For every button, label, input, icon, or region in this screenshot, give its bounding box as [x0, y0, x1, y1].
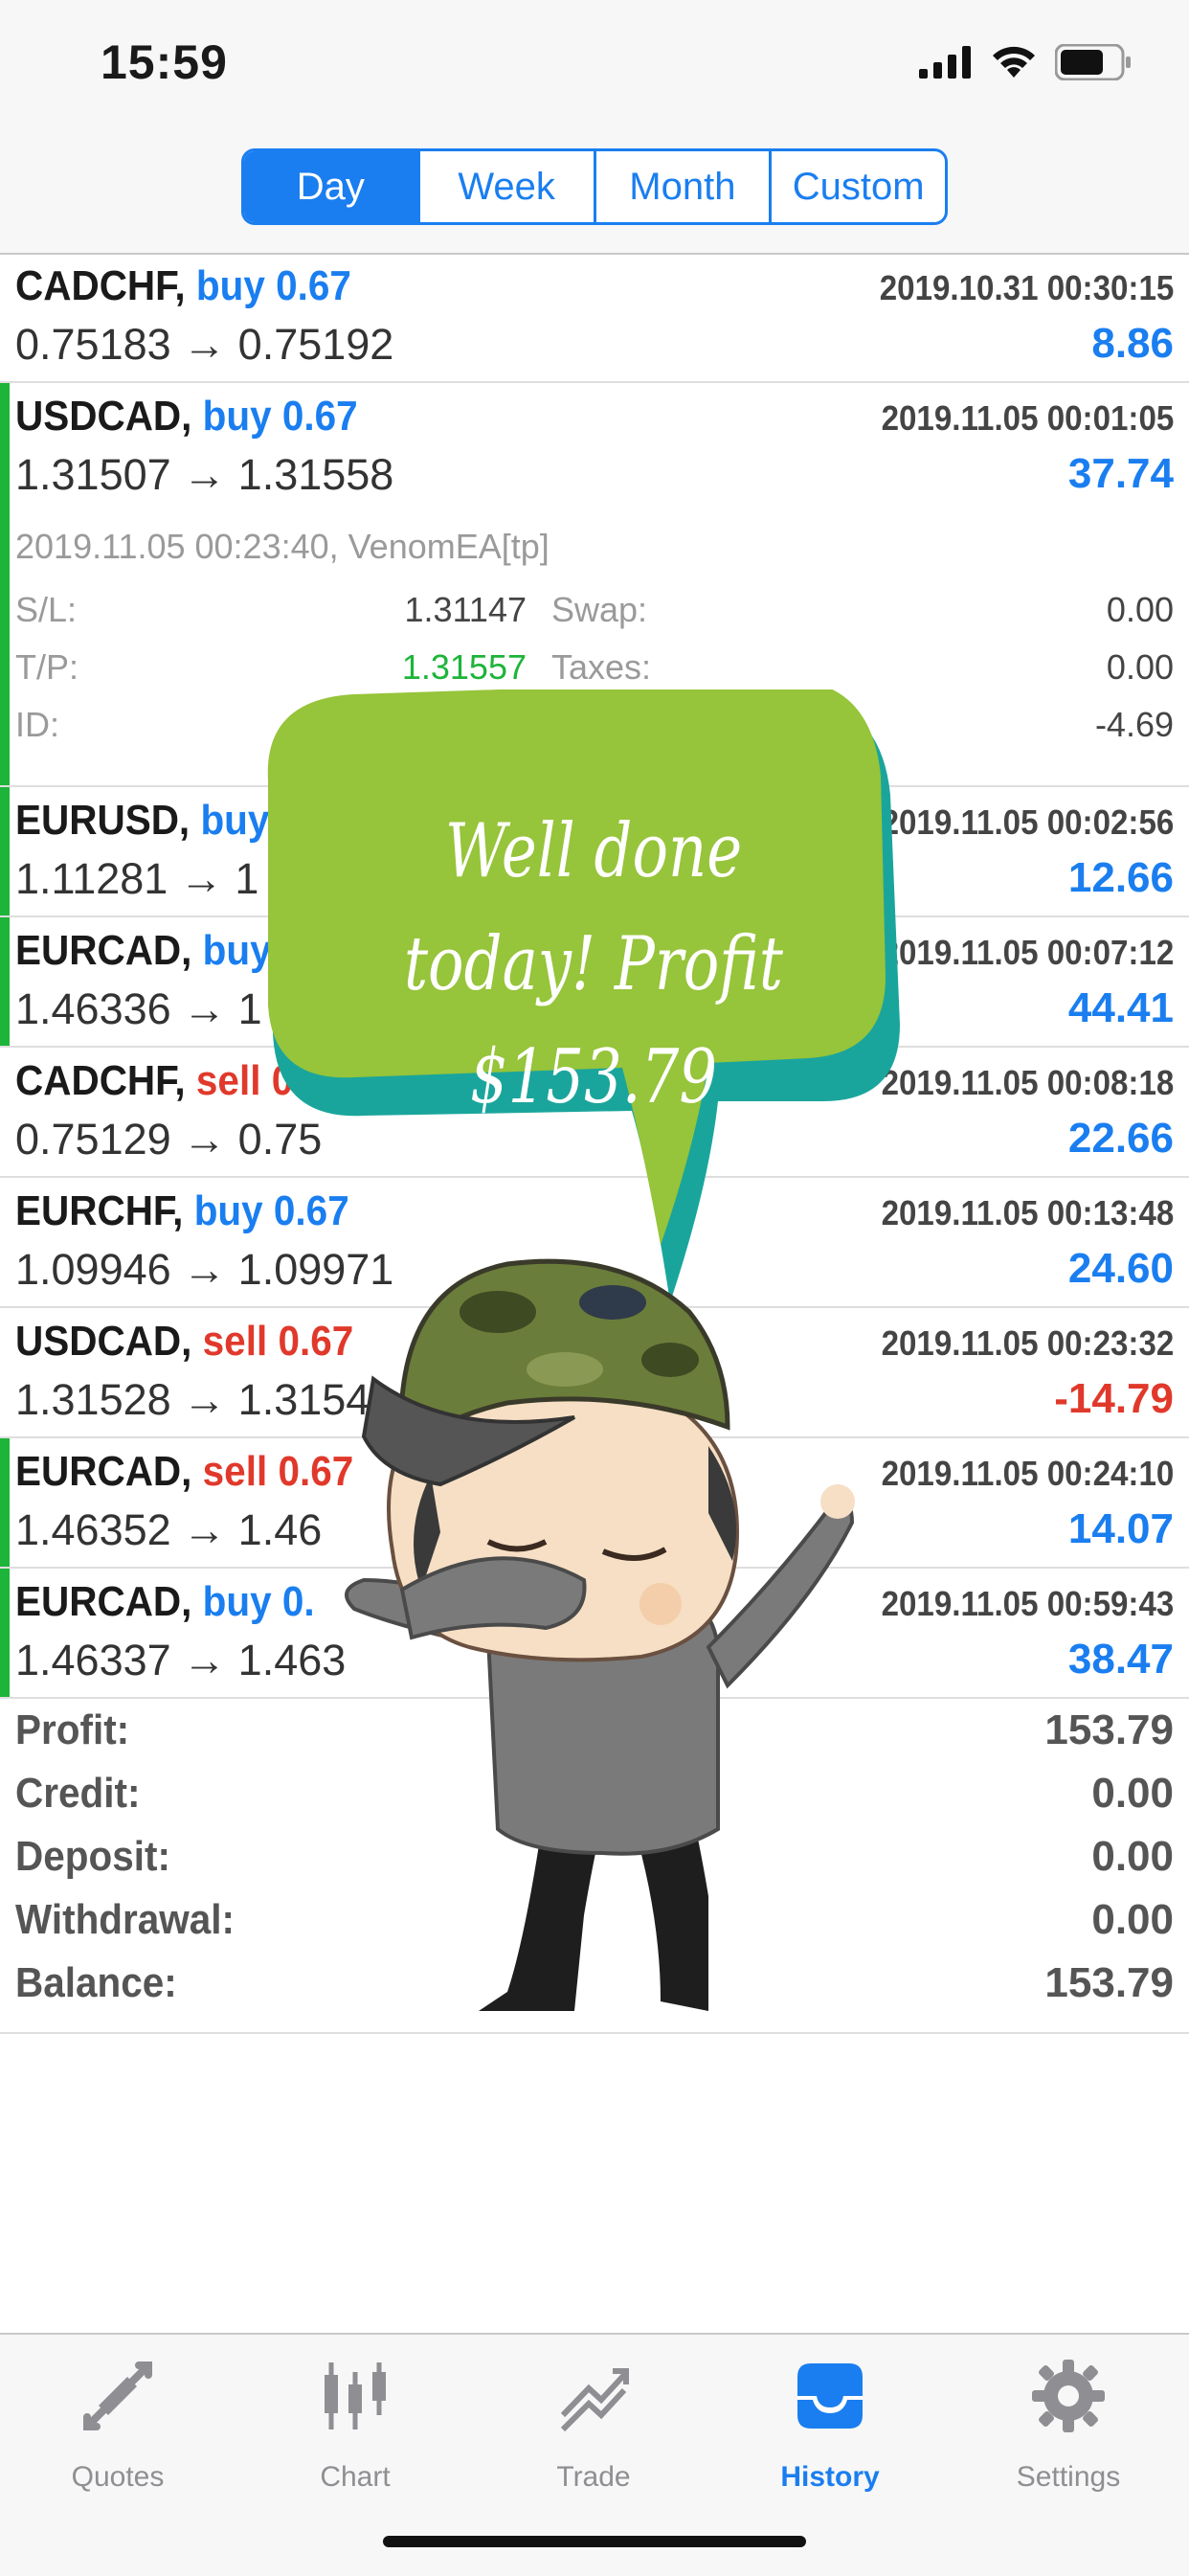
deal-profit: 44.41: [1067, 984, 1174, 1031]
trade-chart-icon: [560, 2368, 629, 2432]
deal-close-info: 2019.11.05 00:23:40, VenomEA[tp]: [15, 527, 550, 566]
summary-value: 0.00: [1091, 1896, 1174, 1943]
deal-symbol: EURCHF,: [15, 1187, 184, 1234]
tab-trade[interactable]: Trade: [498, 2354, 689, 2497]
deal-profit: 24.60: [1067, 1245, 1174, 1292]
sticker-line-1: Well done: [444, 808, 743, 894]
wifi-icon: [993, 46, 1035, 78]
deal-volume: 0.67: [276, 262, 351, 309]
deal-profit: 38.47: [1067, 1636, 1174, 1683]
deal-side: buy: [195, 262, 265, 309]
deal-symbol: CADCHF,: [15, 1057, 186, 1104]
taxes-value: 0.00: [1106, 647, 1174, 687]
deal-datetime: 2019.11.05 00:01:05: [881, 398, 1174, 438]
deal-symbol: CADCHF,: [15, 262, 186, 309]
deal-profit: 22.66: [1067, 1115, 1174, 1162]
tab-quotes[interactable]: Quotes: [22, 2354, 213, 2497]
sl-label: S/L:: [15, 590, 78, 629]
sticker-message: Well done today! Profit $153.79: [341, 795, 846, 1134]
history-inbox-icon: [797, 2363, 863, 2429]
period-month-button[interactable]: Month: [596, 151, 773, 222]
period-day-button[interactable]: Day: [244, 151, 420, 222]
tab-label: Quotes: [71, 2461, 165, 2493]
swap-value: 0.00: [1106, 590, 1174, 629]
summary-value: 153.79: [1044, 1706, 1174, 1753]
summary-value: 0.00: [1091, 1770, 1174, 1817]
summary-label: Balance:: [15, 1959, 177, 2006]
status-bar: 15:59: [0, 0, 1189, 134]
tab-label: Settings: [1016, 2461, 1121, 2493]
id-label: ID:: [15, 705, 60, 744]
tp-value: 1.31557: [401, 647, 527, 687]
tab-settings[interactable]: Settings: [973, 2354, 1164, 2497]
deal-symbol: EURCAD,: [15, 927, 192, 974]
summary-value: 153.79: [1044, 1959, 1174, 2006]
tab-history[interactable]: History: [734, 2354, 926, 2497]
summary-label: Credit:: [15, 1770, 141, 1817]
summary-label: Withdrawal:: [15, 1896, 236, 1943]
deal-profit: 12.66: [1067, 854, 1174, 901]
status-time: 15:59: [101, 35, 228, 89]
deal-symbol: USDCAD,: [15, 1318, 192, 1365]
deal-prices: 1.11281 → 1: [15, 854, 259, 903]
deal-side: buy: [193, 1187, 263, 1234]
deal-volume: 0.67: [281, 393, 358, 440]
deal-symbol: EURCAD,: [15, 1578, 192, 1625]
deal-profit: 37.74: [1067, 450, 1174, 497]
deal-prices: 0.75183 → 0.75192: [15, 320, 394, 369]
status-icons: [919, 43, 1132, 81]
deal-profit: -14.79: [1054, 1375, 1174, 1422]
tab-label: History: [780, 2461, 880, 2493]
period-week-button[interactable]: Week: [420, 151, 596, 222]
tp-label: T/P:: [15, 647, 79, 687]
summary-label: Profit:: [15, 1706, 130, 1753]
home-indicator[interactable]: [383, 2536, 806, 2547]
quotes-arrows-icon: [83, 2361, 152, 2430]
summary-value: 0.00: [1091, 1833, 1174, 1880]
swap-label: Swap:: [551, 590, 648, 629]
candlestick-chart-icon: [325, 2362, 386, 2429]
taxes-label: Taxes:: [551, 647, 652, 687]
deal-symbol: EURUSD,: [15, 797, 191, 844]
deal-side: sell: [195, 1057, 261, 1104]
sticker-line-2: today! Profit $153.79: [403, 921, 784, 1120]
deal-datetime: 2019.10.31 00:30:15: [879, 268, 1174, 307]
character: [345, 1258, 855, 2011]
deal-prices: 1.46336 → 1: [15, 984, 262, 1033]
deal-row[interactable]: CADCHF, buy 0.67 0.75183 → 0.75192 2019.…: [0, 253, 1189, 383]
tab-label: Chart: [320, 2461, 391, 2493]
deal-side: buy: [202, 393, 272, 440]
battery-icon: [1055, 44, 1131, 80]
deal-symbol: EURCAD,: [15, 1448, 192, 1495]
sl-value: 1.31147: [404, 590, 527, 629]
tab-label: Trade: [556, 2461, 631, 2493]
deal-profit: 8.86: [1091, 320, 1174, 367]
commission-value: -4.69: [1094, 705, 1174, 744]
gear-icon: [1032, 2360, 1105, 2432]
summary-label: Deposit:: [15, 1833, 170, 1880]
deal-symbol: USDCAD,: [15, 393, 192, 440]
period-custom-button[interactable]: Custom: [772, 151, 945, 222]
deal-prices: 1.31507 → 1.31558: [15, 450, 394, 499]
tab-chart[interactable]: Chart: [259, 2354, 451, 2497]
deal-profit: 14.07: [1067, 1505, 1174, 1552]
signal-icon: [919, 46, 971, 79]
period-segmented-control: Day Week Month Custom: [241, 148, 948, 225]
